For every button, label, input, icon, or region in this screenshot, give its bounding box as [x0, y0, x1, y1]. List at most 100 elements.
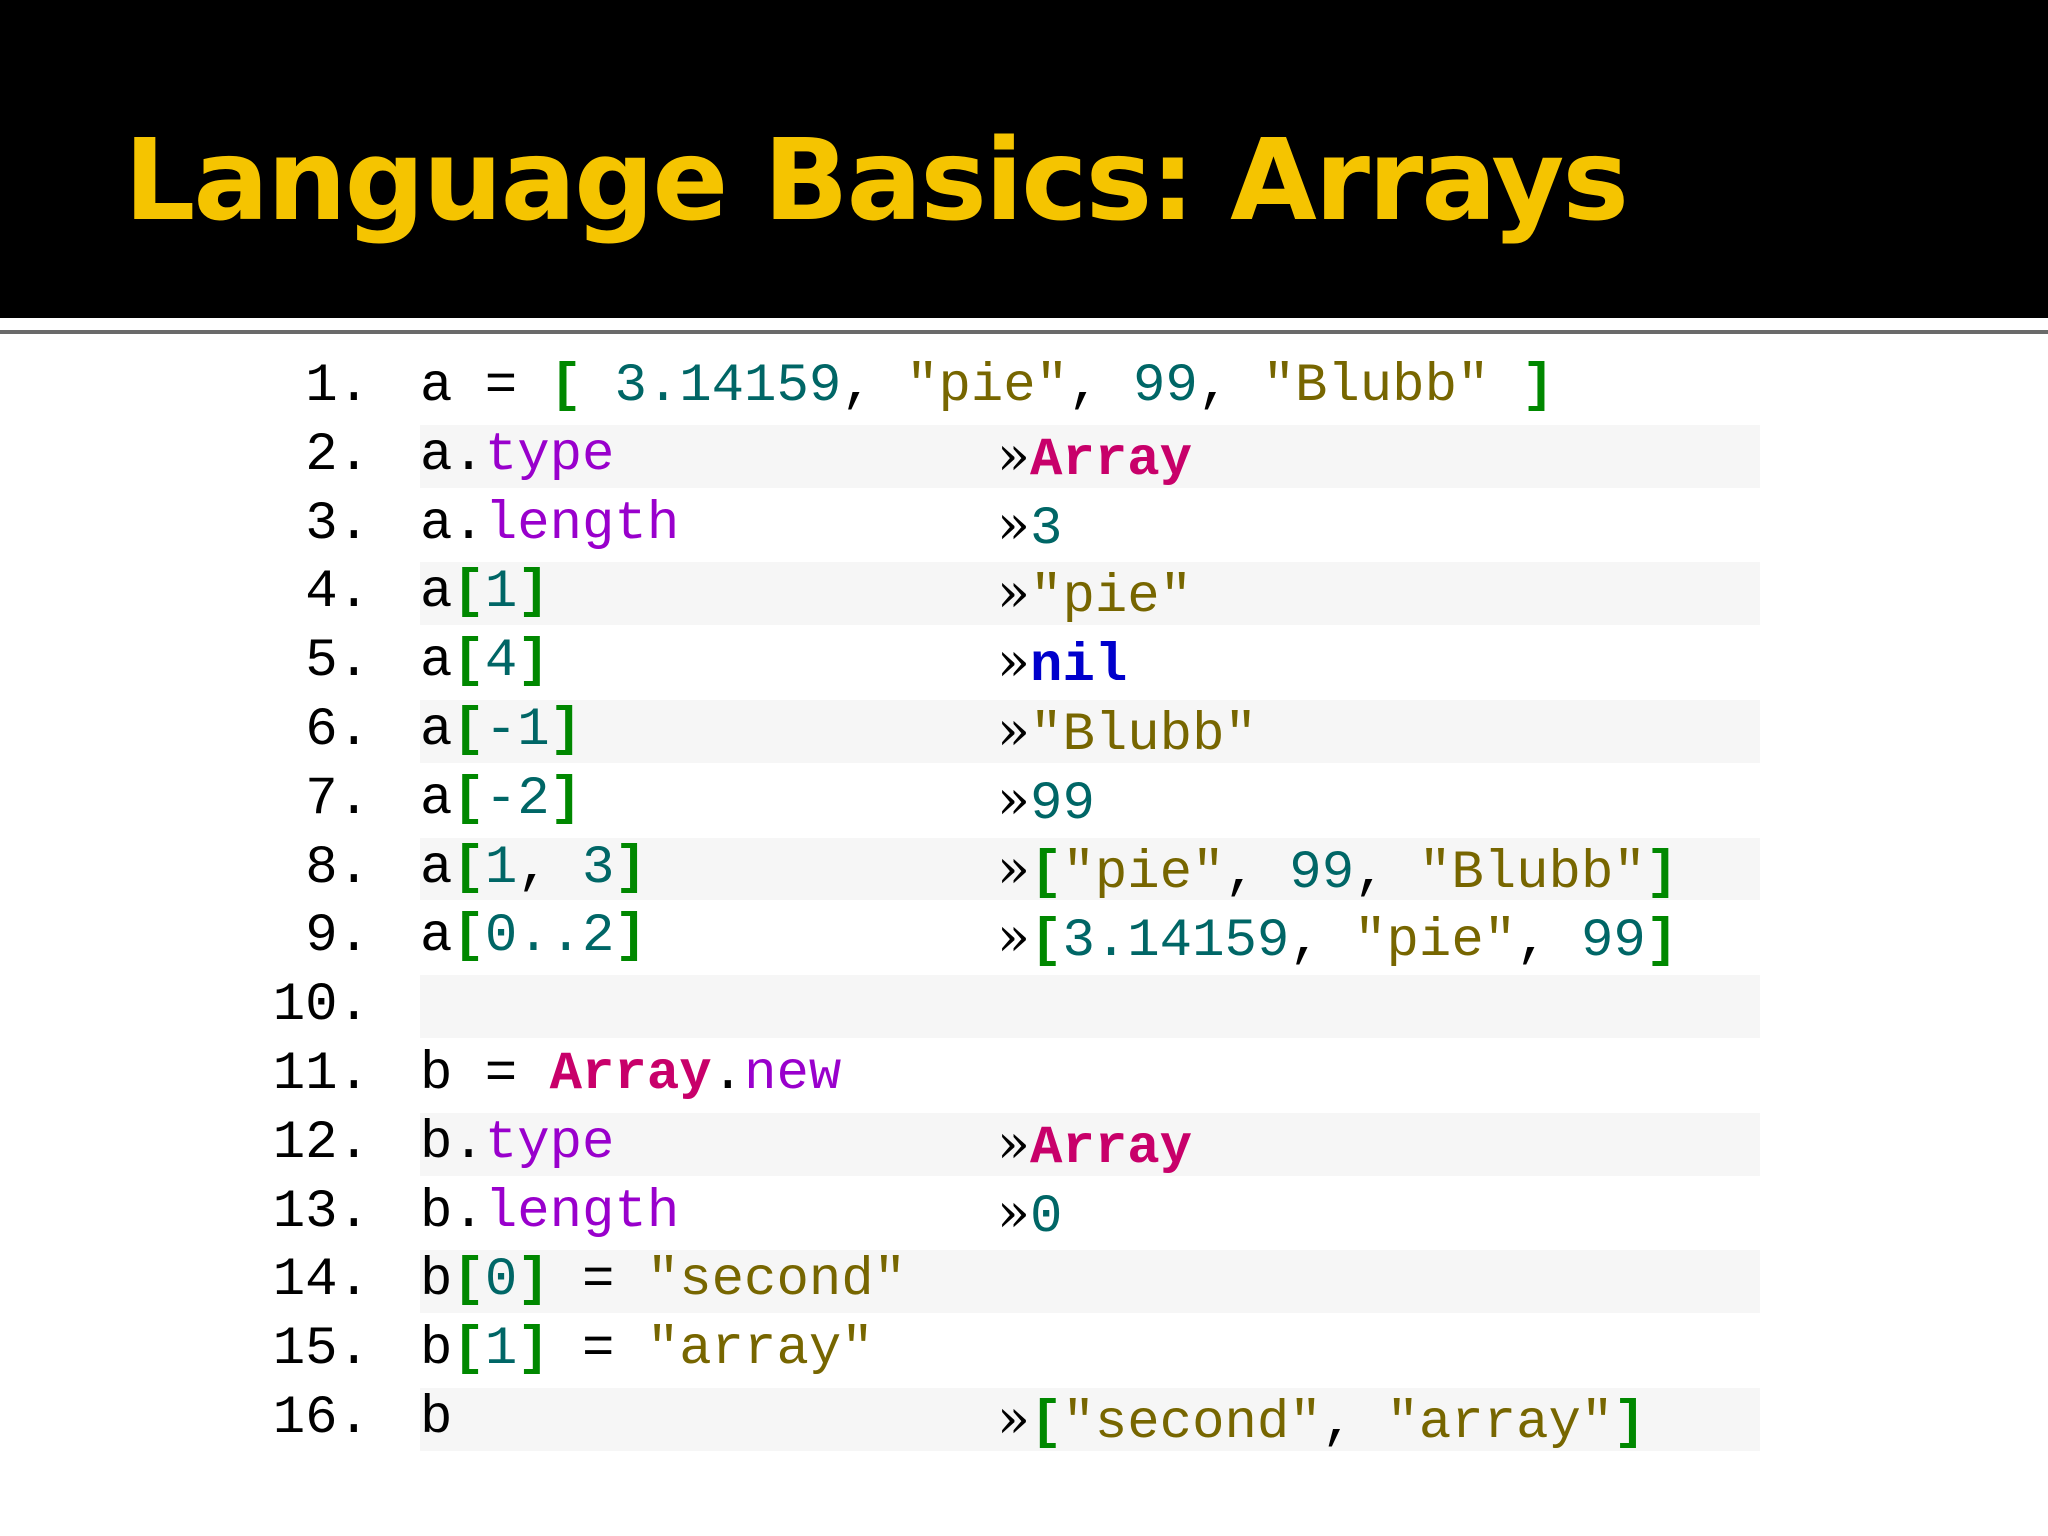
- code-line: 2. a.type »Array: [0, 422, 2048, 491]
- code-source: a.type: [420, 422, 614, 491]
- string-token: "pie": [906, 356, 1069, 417]
- code-text: ,: [1289, 911, 1355, 973]
- code-source: a[-2]: [420, 766, 582, 835]
- code-text: ,: [517, 837, 583, 899]
- code-text: a =: [420, 356, 550, 417]
- code-text: a.: [420, 493, 485, 555]
- result-marker: »: [997, 1111, 1031, 1175]
- result-marker: »: [997, 905, 1031, 969]
- code-source: a[4]: [420, 628, 550, 697]
- code-source: a = [ 3.14159, "pie", 99, "Blubb" ]: [420, 353, 1554, 422]
- slide-header: Language Basics: Arrays: [0, 0, 2048, 318]
- line-background: [420, 975, 1760, 1038]
- code-line: 16. b »["second", "array"]: [0, 1385, 2048, 1454]
- code-line: 4. a[1] »"pie": [0, 559, 2048, 628]
- slide-title: Language Basics: Arrays: [124, 116, 1629, 246]
- method-token: new: [744, 1043, 842, 1105]
- result-marker: »: [997, 767, 1031, 831]
- string-token: "Blubb": [1418, 842, 1646, 904]
- code-text: b: [420, 1387, 453, 1449]
- code-line: 9. a[0..2] »[3.14159, "pie", 99]: [0, 903, 2048, 972]
- string-token: "second": [1062, 1392, 1322, 1454]
- code-line: 15. b[1] = "array": [0, 1316, 2048, 1385]
- code-source: b[0] = "second": [420, 1247, 906, 1316]
- code-source: a[1, 3]: [420, 835, 647, 904]
- number-token: 1: [484, 837, 518, 899]
- number-token: 1: [484, 562, 518, 624]
- bracket-token: ]: [549, 768, 583, 830]
- bracket-token: ]: [1521, 356, 1555, 417]
- bracket-token: [: [1030, 842, 1063, 904]
- code-line: 14. b[0] = "second": [0, 1247, 2048, 1316]
- code-result: »Array: [997, 1110, 1192, 1184]
- string-token: "array": [646, 1319, 874, 1381]
- code-result: »["pie", 99, "Blubb"]: [997, 835, 1678, 909]
- code-text: .: [711, 1043, 745, 1105]
- bracket-token: [: [452, 837, 485, 899]
- line-number: 16.: [272, 1387, 370, 1449]
- code-result: »0: [997, 1179, 1062, 1253]
- code-source: a[1]: [420, 559, 550, 628]
- code-text: a: [420, 562, 453, 624]
- code-source: b.length: [420, 1179, 679, 1248]
- code-result: »[3.14159, "pie", 99]: [997, 903, 1678, 977]
- result-marker: »: [997, 1386, 1031, 1450]
- code-source: b[1] = "array": [420, 1316, 874, 1385]
- method-token: type: [484, 424, 615, 486]
- code-line: 11. b = Array.new: [0, 1041, 2048, 1110]
- code-text: b =: [420, 1043, 550, 1105]
- line-number: 6.: [305, 699, 370, 761]
- code-text: a.: [420, 424, 485, 486]
- number-token: 3.14159: [614, 356, 842, 417]
- number-token: 0: [1030, 1186, 1063, 1248]
- code-text: =: [549, 1319, 647, 1381]
- number-token: -2: [484, 768, 550, 830]
- code-line: 5. a[4] »nil: [0, 628, 2048, 697]
- number-token: 3: [1030, 498, 1063, 560]
- code-result: »"pie": [997, 559, 1192, 633]
- result-marker: »: [997, 492, 1031, 556]
- code-text: ,: [1321, 1392, 1387, 1454]
- code-text: a: [420, 837, 453, 899]
- code-source: a[-1]: [420, 697, 582, 766]
- method-token: length: [484, 1181, 680, 1243]
- result-marker: »: [997, 630, 1031, 694]
- bracket-token: ]: [549, 699, 583, 761]
- code-text: a: [420, 631, 453, 693]
- code-source: a.length: [420, 491, 679, 560]
- result-marker: »: [997, 836, 1031, 900]
- number-token: -1: [484, 699, 550, 761]
- line-number: 15.: [272, 1319, 370, 1381]
- code-result: »["second", "array"]: [997, 1385, 1646, 1459]
- result-marker: »: [997, 698, 1031, 762]
- bracket-token: [: [452, 631, 485, 693]
- method-token: type: [484, 1112, 615, 1174]
- code-source: b: [420, 1385, 452, 1454]
- code-text: ,: [1224, 842, 1290, 904]
- code-text: =: [549, 1250, 647, 1312]
- code-result: »3: [997, 491, 1062, 565]
- line-number: 13.: [272, 1181, 370, 1243]
- code-line: 7. a[-2] »99: [0, 766, 2048, 835]
- class-token: Array: [1030, 1117, 1193, 1179]
- string-token: "pie": [1354, 911, 1517, 973]
- code-result: »"Blubb": [997, 697, 1257, 771]
- code-text: a: [420, 699, 453, 761]
- number-token: 99: [1132, 356, 1198, 417]
- string-token: "second": [646, 1250, 907, 1312]
- bracket-token: ]: [1613, 1392, 1646, 1454]
- code-source: b = Array.new: [420, 1041, 841, 1110]
- code-text: a: [420, 906, 453, 968]
- code-source: b.type: [420, 1110, 614, 1179]
- line-number: 14.: [272, 1250, 370, 1312]
- code-line: 8. a[1, 3] »["pie", 99, "Blubb"]: [0, 835, 2048, 904]
- bracket-token: ]: [1645, 842, 1679, 904]
- code-result: »nil: [997, 628, 1127, 702]
- class-token: Array: [1030, 429, 1193, 491]
- code-result: »Array: [997, 422, 1192, 496]
- string-token: "array": [1386, 1392, 1614, 1454]
- code-line: 13. b.length »0: [0, 1179, 2048, 1248]
- number-token: 1: [484, 1319, 518, 1381]
- line-number: 9.: [305, 906, 370, 968]
